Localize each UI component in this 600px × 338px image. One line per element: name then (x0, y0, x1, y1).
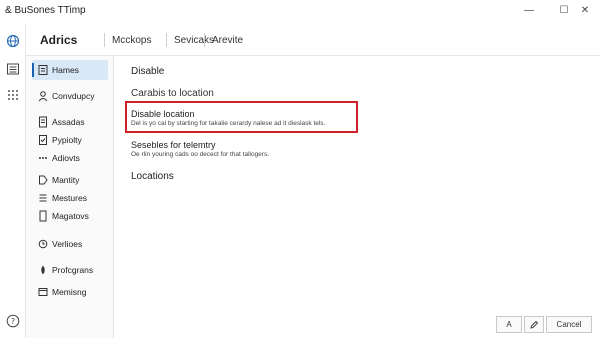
sidebar-item-label: Mantity (52, 175, 80, 185)
disable-location-option[interactable]: Disable location (131, 109, 195, 119)
page-icon (39, 210, 47, 222)
sidebar-item-label: Verlioes (52, 239, 83, 249)
sidebar-item-memisng[interactable]: Memisng (32, 282, 108, 302)
drop-icon (41, 265, 45, 275)
text-icon: A (506, 320, 512, 329)
user-icon (38, 91, 48, 102)
sidebar-item-label: Adiovts (52, 153, 80, 163)
sidebar-item-magatovs[interactable]: Magatovs (32, 206, 108, 226)
clock-icon (38, 239, 48, 249)
tab-mcckops[interactable]: Mcckops (112, 35, 151, 46)
header-divider (166, 33, 167, 47)
list-icon[interactable] (6, 62, 20, 76)
locations-heading: Locations (131, 171, 174, 182)
sidebar-item-label: Hames (52, 65, 79, 75)
sidebar-item-label: Assadas (52, 117, 85, 127)
minimize-button[interactable]: — (522, 4, 536, 18)
sidebar-item-label: Pypiolty (52, 135, 82, 145)
header-divider (204, 33, 205, 47)
sidebar-item-label: Magatovs (52, 211, 89, 221)
sidebar-item-label: Mestures (52, 193, 87, 203)
telemetry-description: Oe rlin youring cads oo decect for that … (131, 151, 270, 158)
sidebar-item-profcgrans[interactable]: Profcgrans (32, 260, 108, 280)
sidebar-item-convdupcy[interactable]: Convdupcy (32, 86, 108, 106)
list-icon (39, 194, 47, 202)
sidebar-item-hames[interactable]: Hames (32, 60, 108, 80)
cancel-button[interactable]: Cancel (546, 316, 592, 333)
help-icon[interactable]: ? (6, 314, 20, 328)
main-content: Disable Carabis to location Disable loca… (115, 56, 600, 338)
section-title: Disable (131, 66, 165, 77)
disable-location-description: Del is yo cal by starting for takalie ce… (131, 120, 326, 127)
cancel-label: Cancel (556, 320, 582, 329)
icon-rail: ? (0, 24, 26, 338)
title-bar: & BuSones TTimp — ☐ ✕ (0, 0, 600, 24)
tag-icon (39, 175, 48, 185)
sidebar-item-mestures[interactable]: Mestures (32, 188, 108, 208)
sidebar-item-label: Convdupcy (52, 91, 95, 101)
sidebar-item-assadas[interactable]: Assadas (32, 112, 108, 132)
sidebar-item-mantity[interactable]: Mantity (32, 170, 108, 190)
pencil-icon (530, 320, 539, 329)
svg-text:?: ? (11, 317, 15, 326)
sidebar-item-adiovts[interactable]: Adiovts (32, 148, 108, 168)
grid-icon[interactable] (6, 88, 20, 102)
header-bar: Adrics Mcckops Sevicaks Arevite (26, 24, 600, 56)
edit-button[interactable] (524, 316, 544, 333)
tab-arevite[interactable]: Arevite (212, 35, 243, 46)
header-divider (104, 33, 105, 47)
window-icon (38, 288, 48, 296)
sidebar-item-label: Memisng (52, 287, 87, 297)
checklist-icon (39, 135, 47, 145)
text-format-button[interactable]: A (496, 316, 522, 333)
document-icon (39, 116, 47, 128)
globe-icon[interactable] (6, 34, 20, 48)
maximize-button[interactable]: ☐ (557, 4, 571, 18)
page-title: Adrics (40, 33, 78, 47)
close-button[interactable]: ✕ (578, 4, 592, 18)
tab-sevicaks[interactable]: Sevicaks (174, 35, 214, 46)
sidebar-item-pypiolty[interactable]: Pypiolty (32, 130, 108, 150)
window-title: & BuSones TTimp (5, 5, 86, 16)
sidebar: Hames Convdupcy Assadas Pypiolty Adiovts… (26, 56, 114, 338)
home-icon (38, 65, 48, 75)
section-subheading: Carabis to location (131, 88, 214, 99)
dots-icon (39, 157, 47, 159)
sidebar-item-verlioes[interactable]: Verlioes (32, 234, 108, 254)
telemetry-option[interactable]: Sesebles for telemtry (131, 140, 216, 150)
sidebar-item-label: Profcgrans (52, 265, 94, 275)
